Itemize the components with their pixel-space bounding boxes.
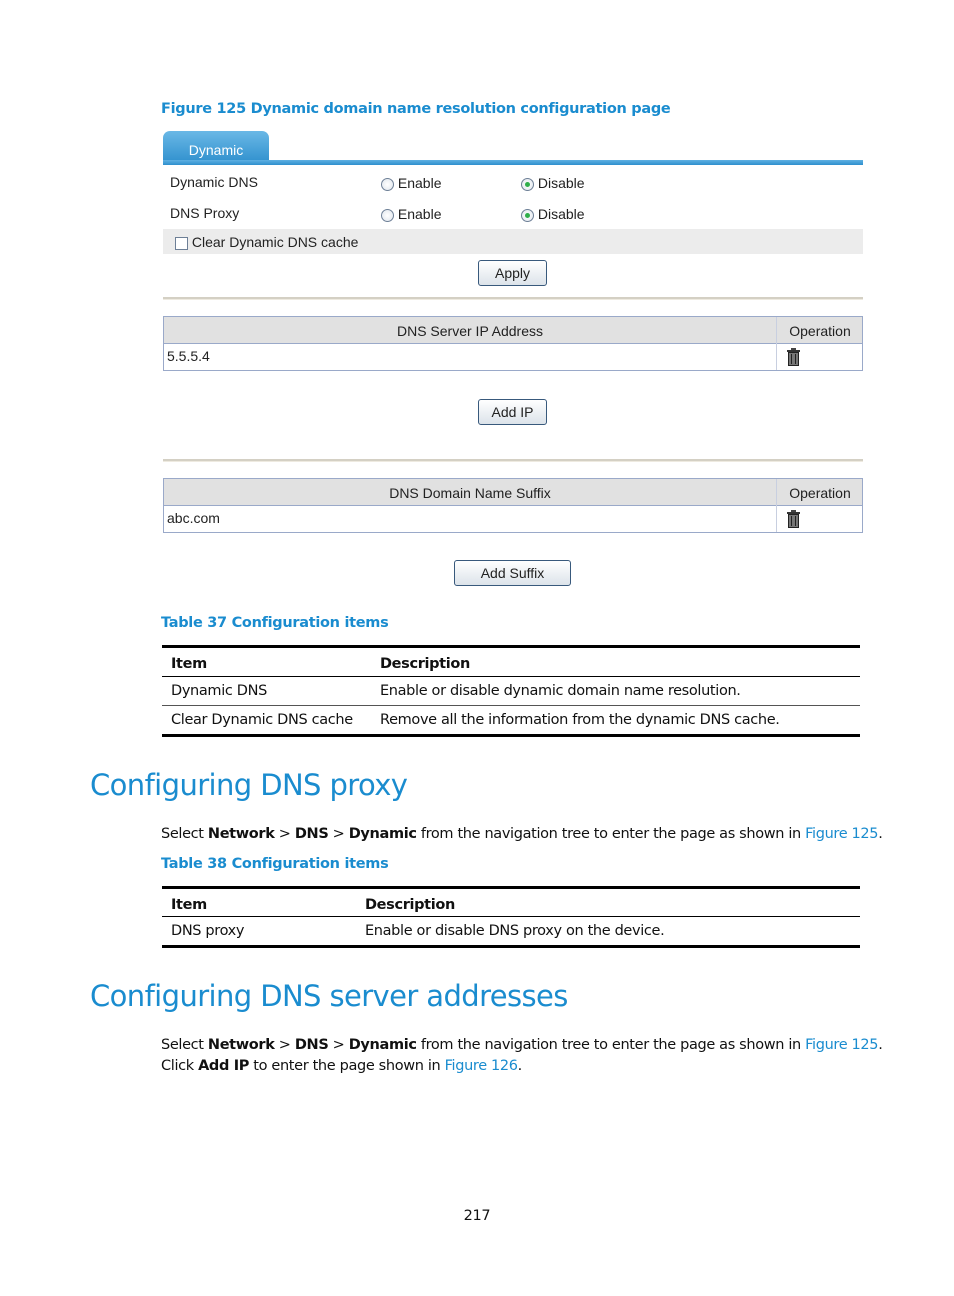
cell-description: Enable or disable DNS proxy on the devic… <box>365 923 665 939</box>
menu-network: Network <box>207 826 275 842</box>
table-row: Clear Dynamic DNS cache Remove all the i… <box>162 706 860 734</box>
dynamic-dns-label: Dynamic DNS <box>170 174 258 190</box>
column-header-operation: Operation <box>789 323 851 339</box>
dns-server-ip-table: DNS Server IP Address Operation 5.5.5.4 <box>163 316 863 371</box>
menu-network: Network <box>207 1037 275 1053</box>
cell-description: Enable or disable dynamic domain name re… <box>380 683 741 699</box>
text: > <box>328 826 349 842</box>
figure-125-link[interactable]: Figure 125 <box>805 826 878 842</box>
add-ip-reference: Add IP <box>198 1058 250 1074</box>
text: to enter the page shown in <box>249 1058 445 1074</box>
header-description: Description <box>380 656 470 672</box>
trash-icon <box>787 510 800 528</box>
dns-server-paragraph-2: Click Add IP to enter the page shown in … <box>161 1058 522 1074</box>
dns-proxy-enable-option[interactable]: Enable <box>381 206 441 222</box>
table-rule <box>162 734 860 737</box>
text: > <box>274 826 295 842</box>
clear-cache-option[interactable]: Clear Dynamic DNS cache <box>175 234 358 250</box>
text: Select <box>161 1037 208 1053</box>
dynamic-dns-disable-radio[interactable] <box>521 177 534 191</box>
text: > <box>274 1037 295 1053</box>
delete-ip-button[interactable] <box>787 348 800 370</box>
table-header-row: Item Description <box>162 648 860 676</box>
clear-cache-checkbox[interactable] <box>175 236 188 250</box>
radio-label: Disable <box>537 175 585 191</box>
text: Click <box>161 1058 199 1074</box>
table-rule <box>162 945 860 948</box>
radio-label: Enable <box>397 175 442 191</box>
dns-suffix-table: DNS Domain Name Suffix Operation abc.com <box>163 478 863 533</box>
section-heading-dns-server: Configuring DNS server addresses <box>90 979 568 1013</box>
separator <box>163 459 863 462</box>
figure-126-link[interactable]: Figure 126 <box>445 1058 518 1074</box>
table-row: DNS proxy Enable or disable DNS proxy on… <box>162 917 860 945</box>
menu-dns: DNS <box>294 1037 329 1053</box>
dns-proxy-paragraph: Select Network > DNS > Dynamic from the … <box>161 826 883 842</box>
header-item: Item <box>171 897 207 913</box>
table37-caption: Table 37 Configuration items <box>161 615 389 631</box>
radio-label: Disable <box>537 206 585 222</box>
apply-button[interactable]: Apply <box>478 260 547 286</box>
dns-proxy-enable-radio[interactable] <box>381 208 394 222</box>
add-suffix-button[interactable]: Add Suffix <box>454 560 571 586</box>
text: . <box>878 1037 883 1053</box>
dynamic-dns-disable-option[interactable]: Disable <box>521 175 585 191</box>
suffix-value: abc.com <box>167 510 220 526</box>
column-header-operation: Operation <box>789 485 851 501</box>
text: from the navigation tree to enter the pa… <box>416 826 806 842</box>
checkbox-label: Clear Dynamic DNS cache <box>191 234 359 250</box>
section-heading-dns-proxy: Configuring DNS proxy <box>90 768 408 802</box>
text: > <box>328 1037 349 1053</box>
header-item: Item <box>171 656 207 672</box>
table38: Item Description DNS proxy Enable or dis… <box>162 886 860 948</box>
radio-label: Enable <box>397 206 442 222</box>
header-description: Description <box>365 897 455 913</box>
cell-item: Clear Dynamic DNS cache <box>171 712 353 728</box>
dynamic-dns-enable-radio[interactable] <box>381 177 394 191</box>
figure-125-link[interactable]: Figure 125 <box>805 1037 878 1053</box>
text: Select <box>161 826 208 842</box>
separator <box>163 297 863 300</box>
dns-proxy-disable-option[interactable]: Disable <box>521 206 585 222</box>
menu-dns: DNS <box>294 826 329 842</box>
delete-suffix-button[interactable] <box>787 510 800 532</box>
text: . <box>517 1058 523 1074</box>
column-header-suffix: DNS Domain Name Suffix <box>389 485 551 501</box>
figure-caption: Figure 125 Dynamic domain name resolutio… <box>161 101 671 117</box>
dns-proxy-label: DNS Proxy <box>170 205 240 221</box>
table37: Item Description Dynamic DNS Enable or d… <box>162 645 860 737</box>
text: from the navigation tree to enter the pa… <box>416 1037 806 1053</box>
column-header-ip: DNS Server IP Address <box>396 323 544 339</box>
table-row: Dynamic DNS Enable or disable dynamic do… <box>162 677 860 705</box>
menu-dynamic: Dynamic <box>348 1037 417 1053</box>
cell-description: Remove all the information from the dyna… <box>380 712 780 728</box>
cell-item: DNS proxy <box>171 923 245 939</box>
text: . <box>878 826 883 842</box>
tab-bar-line <box>163 160 863 165</box>
dns-proxy-disable-radio[interactable] <box>521 208 534 222</box>
table38-caption: Table 38 Configuration items <box>161 856 389 872</box>
dns-server-paragraph-1: Select Network > DNS > Dynamic from the … <box>161 1037 883 1053</box>
ip-value: 5.5.5.4 <box>167 348 210 364</box>
page-number: 217 <box>463 1208 491 1224</box>
menu-dynamic: Dynamic <box>348 826 417 842</box>
table-header-row: Item Description <box>162 889 860 916</box>
cell-item: Dynamic DNS <box>171 683 267 699</box>
dynamic-dns-enable-option[interactable]: Enable <box>381 175 441 191</box>
trash-icon <box>787 348 800 366</box>
add-ip-button[interactable]: Add IP <box>478 399 547 425</box>
